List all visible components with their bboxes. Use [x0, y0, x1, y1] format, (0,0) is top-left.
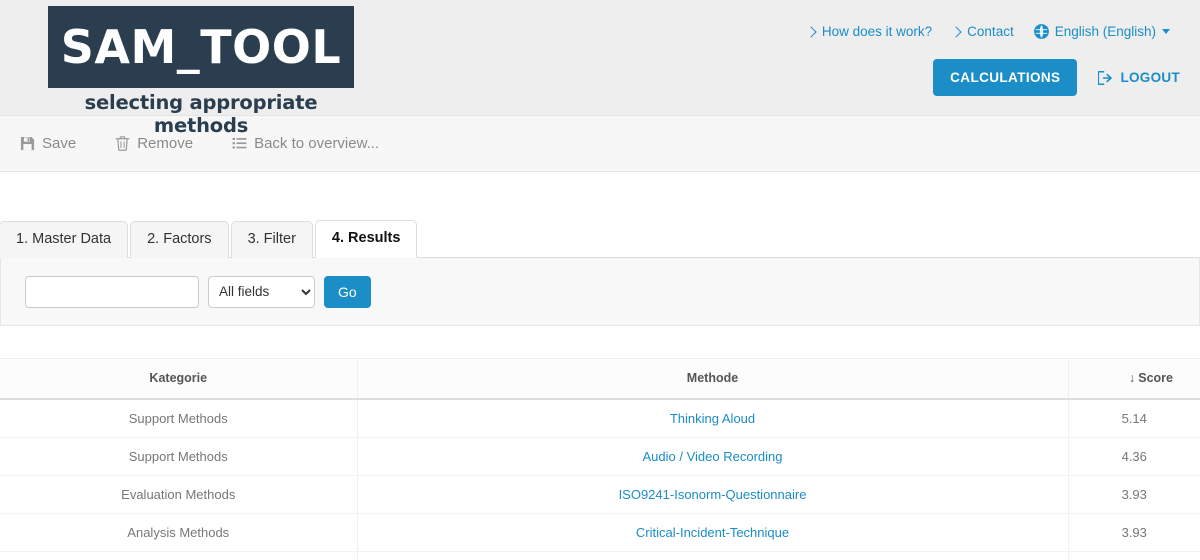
language-selector[interactable]: English (English): [1024, 24, 1180, 39]
table-row: Support Methods Audio / Video Recording …: [0, 437, 1200, 476]
logout-button[interactable]: LOGOUT: [1098, 70, 1180, 85]
results-table-body: Support Methods Thinking Aloud 5.14 Supp…: [0, 399, 1200, 560]
table-header-row: Kategorie Methode ↓ Score: [0, 358, 1200, 400]
page-header: SAM_TOOL selecting appropriate methods H…: [0, 0, 1200, 137]
cell-score: 3.93: [1068, 551, 1200, 560]
column-header-score[interactable]: ↓ Score: [1068, 358, 1200, 400]
search-field-select[interactable]: All fields: [208, 275, 315, 308]
search-input[interactable]: [25, 275, 199, 308]
app-logo[interactable]: SAM_TOOL selecting appropriate methods: [48, 6, 354, 137]
column-header-kategorie[interactable]: Kategorie: [0, 358, 358, 400]
tab-factors-label: 2. Factors: [147, 230, 212, 247]
cell-methode: NAUA: [357, 551, 1069, 560]
chevron-right-icon: [950, 25, 962, 38]
table-row: Support Methods Thinking Aloud 5.14: [0, 399, 1200, 438]
method-link[interactable]: ISO9241-Isonorm-Questionnaire: [619, 487, 807, 502]
globe-icon: [1033, 24, 1049, 39]
tabs-area: 1. Master Data 2. Factors 3. Filter 4. R…: [0, 172, 1200, 258]
remove-label: Remove: [137, 135, 194, 152]
cell-methode: ISO9241-Isonorm-Questionnaire: [357, 475, 1069, 514]
table-row: Evaluation Methods ISO9241-Isonorm-Quest…: [0, 475, 1200, 514]
trash-icon: [115, 136, 130, 151]
calculations-button[interactable]: CALCULATIONS: [933, 59, 1078, 96]
caret-down-icon: [1162, 29, 1170, 34]
tab-factors[interactable]: 2. Factors: [130, 220, 229, 258]
tab-filter[interactable]: 3. Filter: [230, 220, 313, 258]
save-button[interactable]: Save: [20, 135, 76, 152]
nav-link-how-does-it-work-label: How does it work?: [821, 24, 933, 39]
wizard-tabs: 1. Master Data 2. Factors 3. Filter 4. R…: [0, 217, 1200, 258]
sort-descending-icon: ↓: [1129, 371, 1136, 385]
back-to-overview-button[interactable]: Back to overview...: [232, 135, 379, 152]
save-label: Save: [42, 135, 77, 152]
logout-label: LOGOUT: [1120, 70, 1180, 85]
nav-link-how-does-it-work[interactable]: How does it work?: [797, 24, 942, 39]
table-row: Analysis Methods Critical-Incident-Techn…: [0, 513, 1200, 552]
cell-score: 5.14: [1068, 399, 1200, 438]
cell-score: 3.93: [1068, 513, 1200, 552]
cell-methode: Thinking Aloud: [357, 399, 1069, 438]
results-table: Kategorie Methode ↓ Score Support Methods…: [0, 358, 1200, 560]
floppy-disk-icon: [20, 136, 35, 151]
logout-icon: [1098, 70, 1114, 85]
tab-filter-label: 3. Filter: [247, 230, 296, 247]
remove-button[interactable]: Remove: [115, 135, 193, 152]
cell-score: 3.93: [1068, 475, 1200, 514]
cell-score: 4.36: [1068, 437, 1200, 476]
method-link[interactable]: Critical-Incident-Technique: [636, 525, 789, 540]
tab-master-data-label: 1. Master Data: [16, 230, 112, 247]
method-link[interactable]: Thinking Aloud: [670, 411, 755, 426]
logo-tagline: selecting appropriate methods: [84, 91, 318, 137]
cell-kategorie: Analysis Methods: [0, 551, 358, 560]
nav-link-contact[interactable]: Contact: [942, 24, 1024, 39]
cell-kategorie: Analysis Methods: [0, 513, 358, 552]
logo-title: SAM_TOOL: [60, 20, 342, 74]
column-header-score-label: Score: [1138, 371, 1173, 385]
cell-methode: Audio / Video Recording: [357, 437, 1069, 476]
tab-master-data[interactable]: 1. Master Data: [0, 220, 129, 258]
search-go-button[interactable]: Go: [324, 275, 371, 308]
cell-methode: Critical-Incident-Technique: [357, 513, 1069, 552]
column-header-methode[interactable]: Methode: [357, 358, 1069, 400]
cell-kategorie: Support Methods: [0, 399, 358, 438]
tab-results-label: 4. Results: [331, 229, 401, 246]
results-table-wrap: Kategorie Methode ↓ Score Support Methods…: [0, 326, 1200, 560]
chevron-right-icon: [805, 25, 817, 38]
results-table-head: Kategorie Methode ↓ Score: [0, 358, 1200, 400]
list-icon: [232, 136, 247, 151]
cell-kategorie: Support Methods: [0, 437, 358, 476]
cell-kategorie: Evaluation Methods: [0, 475, 358, 514]
table-row: Analysis Methods NAUA 3.93: [0, 551, 1200, 560]
tab-results[interactable]: 4. Results: [314, 219, 418, 258]
top-navigation: How does it work? Contact English (Engli…: [797, 24, 1180, 39]
search-panel: All fields Go: [0, 258, 1200, 326]
language-selector-label: English (English): [1054, 24, 1156, 39]
method-link[interactable]: Audio / Video Recording: [643, 449, 783, 464]
back-to-overview-label: Back to overview...: [254, 135, 380, 152]
nav-link-contact-label: Contact: [967, 24, 1014, 39]
header-actions: CALCULATIONS LOGOUT: [933, 59, 1180, 96]
logo-box: SAM_TOOL: [48, 6, 354, 88]
